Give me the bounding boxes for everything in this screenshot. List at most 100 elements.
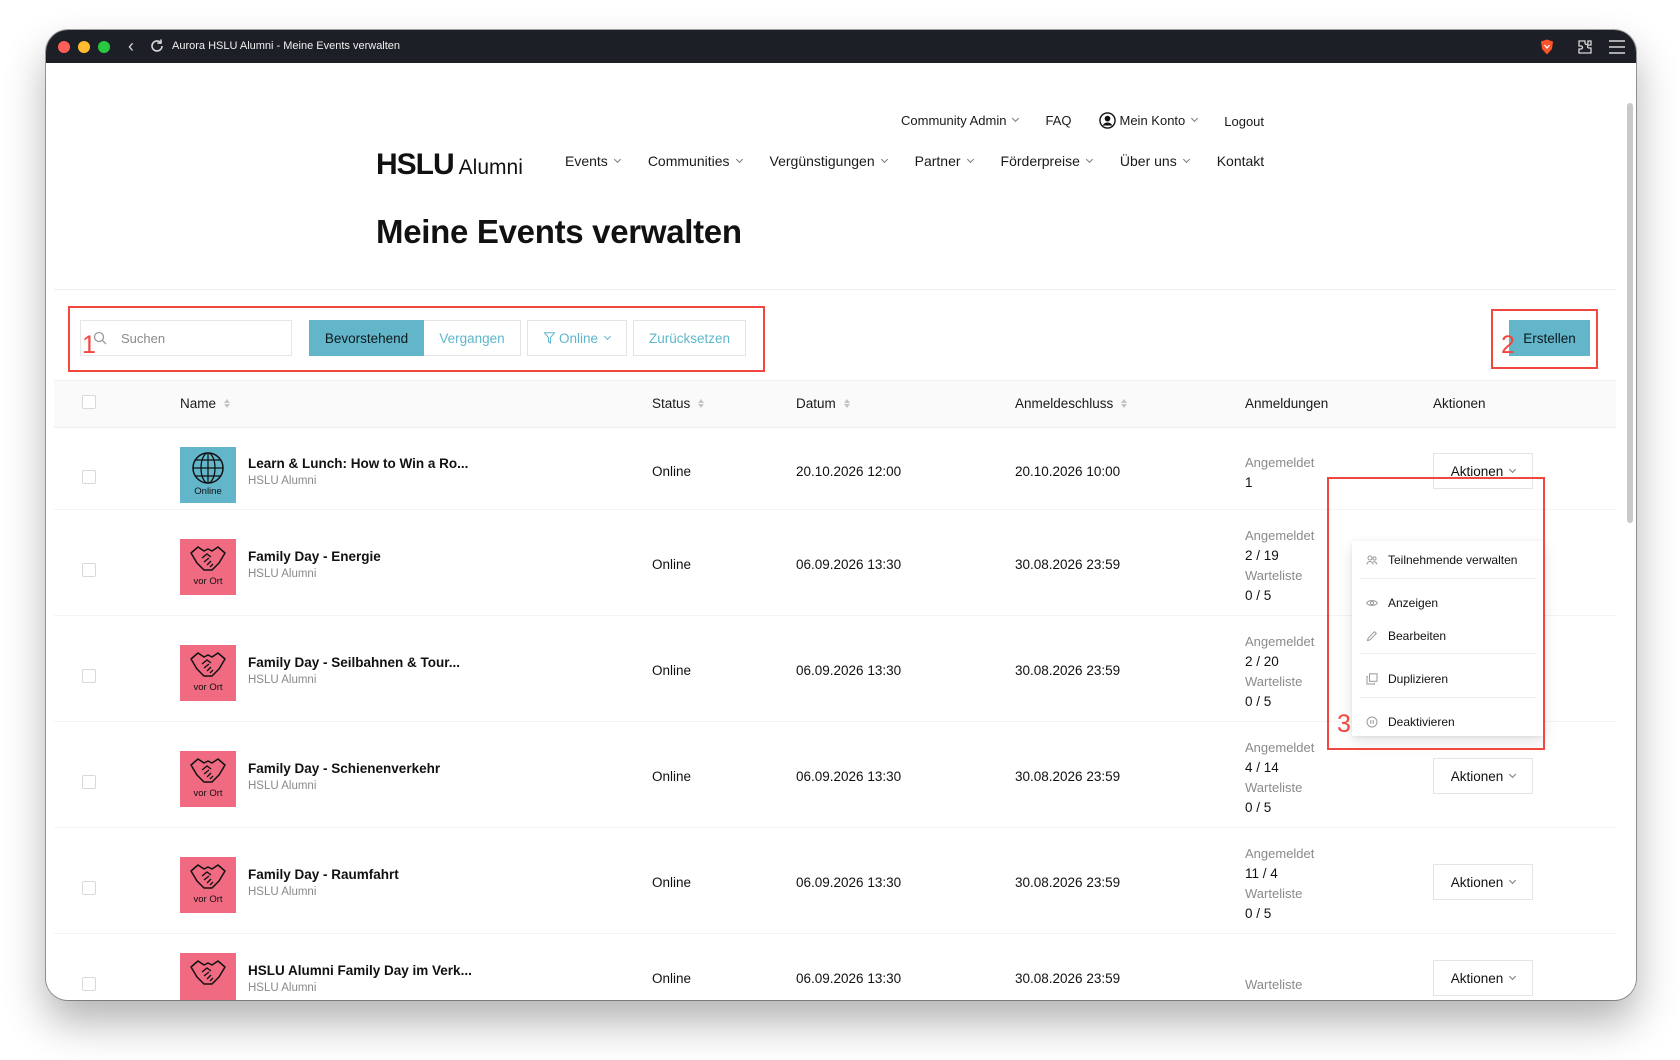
zoom-window-button[interactable] xyxy=(98,41,110,53)
back-arrow-icon[interactable]: ‹ xyxy=(128,36,134,57)
event-status: Online xyxy=(652,663,692,678)
eye-icon xyxy=(1366,600,1378,606)
event-organizer: HSLU Alumni xyxy=(248,674,317,686)
menu-divider xyxy=(1360,697,1536,698)
actions-dropdown-button[interactable]: Aktionen xyxy=(1433,453,1533,489)
panel-divider xyxy=(54,289,1616,290)
nav-about[interactable]: Über uns xyxy=(1120,153,1190,169)
column-header-status[interactable]: Status xyxy=(652,396,705,411)
brave-shield-icon[interactable] xyxy=(1540,39,1554,55)
nav-awards[interactable]: Förderpreise xyxy=(1001,153,1093,169)
row-checkbox[interactable] xyxy=(82,470,96,484)
row-checkbox[interactable] xyxy=(82,977,96,991)
chevron-down-icon xyxy=(1191,114,1199,123)
event-organizer: HSLU Alumni xyxy=(248,568,317,580)
filter-past-button[interactable]: Vergangen xyxy=(424,320,521,356)
chevron-down-icon xyxy=(1509,876,1517,884)
handshake-icon xyxy=(190,546,226,571)
menu-item-edit[interactable]: Bearbeiten xyxy=(1366,629,1446,643)
chevron-down-icon xyxy=(1085,155,1093,163)
nav-events[interactable]: Events xyxy=(565,153,621,169)
row-divider xyxy=(54,933,1616,934)
actions-dropdown-button[interactable]: Aktionen xyxy=(1433,864,1533,900)
filter-upcoming-button[interactable]: Bevorstehend xyxy=(309,320,424,356)
row-checkbox[interactable] xyxy=(82,669,96,683)
waitlist-label: Warteliste xyxy=(1245,568,1303,583)
row-checkbox[interactable] xyxy=(82,775,96,789)
logout-link[interactable]: Logout xyxy=(1224,114,1264,129)
nav-partner[interactable]: Partner xyxy=(915,153,974,169)
menu-item-view[interactable]: Anzeigen xyxy=(1366,596,1438,610)
select-all-checkbox[interactable] xyxy=(82,395,96,409)
waitlist-label: Warteliste xyxy=(1245,977,1303,992)
menu-item-duplicate[interactable]: Duplizieren xyxy=(1366,672,1448,686)
event-thumbnail: vor Ort xyxy=(180,857,236,913)
actions-dropdown-button[interactable]: Aktionen xyxy=(1433,758,1533,794)
nav-perks[interactable]: Vergünstigungen xyxy=(770,153,888,169)
event-organizer: HSLU Alumni xyxy=(248,886,317,898)
event-organizer: HSLU Alumni xyxy=(248,475,317,487)
filter-online-dropdown[interactable]: Online xyxy=(527,320,627,356)
registered-count: 11 / 4 xyxy=(1245,866,1278,881)
event-date: 20.10.2026 12:00 xyxy=(796,464,902,479)
hslu-alumni-logo[interactable]: HSLU Alumni xyxy=(376,148,523,182)
sort-icon xyxy=(698,399,705,408)
row-checkbox[interactable] xyxy=(82,563,96,577)
column-header-name[interactable]: Name xyxy=(180,396,231,411)
event-status: Online xyxy=(652,971,692,986)
chevron-down-icon xyxy=(603,332,612,340)
nav-communities[interactable]: Communities xyxy=(648,153,743,169)
menu-divider xyxy=(1360,578,1536,579)
registered-label: Angemeldet xyxy=(1245,528,1315,543)
event-deadline: 30.08.2026 23:59 xyxy=(1015,557,1121,572)
event-status: Online xyxy=(652,557,692,572)
row-checkbox[interactable] xyxy=(82,881,96,895)
event-name-link[interactable]: Family Day - Raumfahrt xyxy=(248,867,399,882)
users-icon xyxy=(1366,555,1378,565)
event-name-link[interactable]: Family Day - Energie xyxy=(248,549,381,564)
minimize-window-button[interactable] xyxy=(78,41,90,53)
nav-contact[interactable]: Kontakt xyxy=(1217,153,1264,169)
actions-dropdown-button[interactable]: Aktionen xyxy=(1433,960,1533,996)
sort-icon xyxy=(843,399,850,408)
annotation-label-1: 1 xyxy=(82,331,96,359)
pause-circle-icon xyxy=(1366,716,1378,728)
event-deadline: 30.08.2026 23:59 xyxy=(1015,663,1121,678)
page-scrollbar[interactable] xyxy=(1627,103,1633,523)
event-date: 06.09.2026 13:30 xyxy=(796,557,902,572)
reload-icon[interactable] xyxy=(148,37,166,55)
close-window-button[interactable] xyxy=(58,41,70,53)
chevron-down-icon xyxy=(613,155,621,163)
chevron-down-icon xyxy=(880,155,888,163)
registered-label: Angemeldet xyxy=(1245,455,1315,470)
faq-link[interactable]: FAQ xyxy=(1045,113,1071,128)
event-name-link[interactable]: Family Day - Seilbahnen & Tour... xyxy=(248,655,460,670)
event-thumbnail: Online xyxy=(180,447,236,503)
event-thumbnail: vor Ort xyxy=(180,539,236,595)
reset-button[interactable]: Zurücksetzen xyxy=(633,320,746,356)
account-menu[interactable]: Mein Konto xyxy=(1098,112,1199,129)
hamburger-menu-icon[interactable] xyxy=(1608,39,1626,55)
event-name-link[interactable]: Learn & Lunch: How to Win a Ro... xyxy=(248,456,468,471)
create-event-button[interactable]: Erstellen xyxy=(1509,320,1590,356)
search-input[interactable] xyxy=(121,330,281,346)
extensions-icon[interactable] xyxy=(1576,38,1594,56)
globe-icon xyxy=(192,452,224,484)
event-name-link[interactable]: HSLU Alumni Family Day im Verk... xyxy=(248,963,472,978)
menu-item-deactivate[interactable]: Deaktivieren xyxy=(1366,715,1455,729)
community-admin-menu[interactable]: Community Admin xyxy=(901,113,1020,128)
column-header-date[interactable]: Datum xyxy=(796,396,850,411)
registered-count: 2 / 19 xyxy=(1245,548,1279,563)
chevron-down-icon xyxy=(1182,155,1190,163)
menu-item-manage-participants[interactable]: Teilnehmende verwalten xyxy=(1366,553,1517,567)
browser-window: ‹ Aurora HSLU Alumni - Meine Events verw… xyxy=(46,30,1636,1000)
sort-icon xyxy=(224,399,231,408)
chevron-down-icon xyxy=(1509,972,1517,980)
event-name-link[interactable]: Family Day - Schienenverkehr xyxy=(248,761,440,776)
search-box[interactable] xyxy=(80,320,292,356)
column-header-deadline[interactable]: Anmeldeschluss xyxy=(1015,396,1128,411)
event-organizer: HSLU Alumni xyxy=(248,780,317,792)
waitlist-label: Warteliste xyxy=(1245,674,1303,689)
row-divider xyxy=(54,827,1616,828)
waitlist-count: 0 / 5 xyxy=(1245,694,1272,709)
